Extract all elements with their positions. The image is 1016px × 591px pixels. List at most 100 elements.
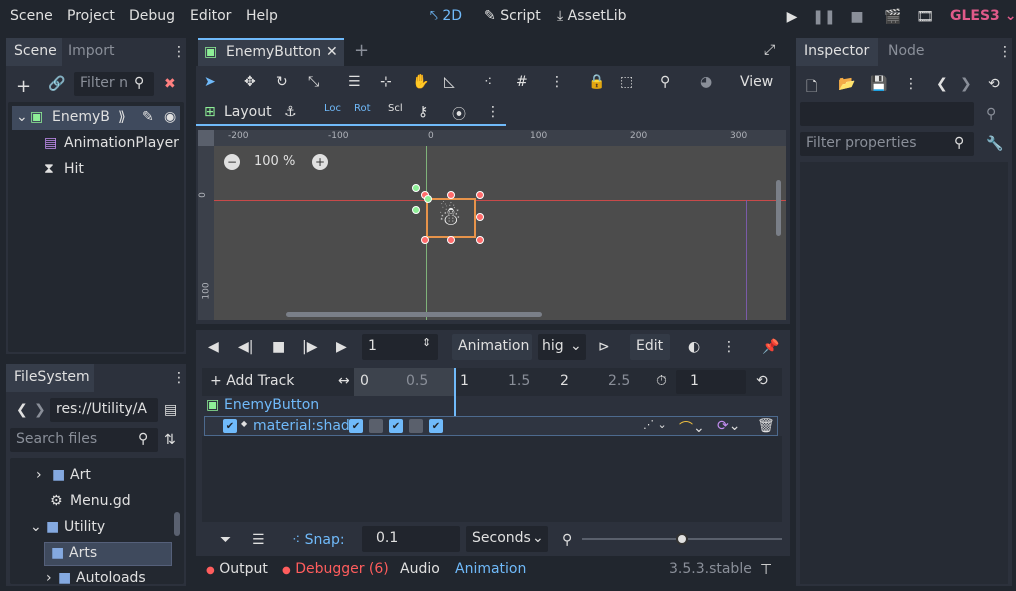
autoplay-icon[interactable]: ⊳: [598, 339, 610, 355]
more-options-icon[interactable]: ⋮: [904, 76, 918, 92]
animation-select[interactable]: hig ⌄: [538, 334, 586, 360]
forward-arrow-icon[interactable]: ❯: [960, 76, 972, 92]
anchor-handle[interactable]: [412, 206, 420, 214]
resize-handle[interactable]: [447, 236, 455, 244]
file-item-menu-gd[interactable]: ⚙ Menu.gd: [16, 490, 166, 514]
snap-value-field[interactable]: 0.1: [362, 526, 460, 552]
tree-item-enemyb[interactable]: ⌄ ▣ EnemyB ⟫ ✎ ◉: [12, 106, 180, 130]
keyframe-checkbox[interactable]: ✔: [429, 419, 443, 433]
onion-skin-icon[interactable]: ◐: [688, 339, 700, 355]
link-icon[interactable]: 🔗: [48, 76, 65, 92]
pivot-icon[interactable]: ⊹: [380, 74, 392, 90]
object-path-field[interactable]: [800, 102, 974, 126]
grid-snap-icon[interactable]: #: [516, 74, 528, 90]
edit-menu-button[interactable]: Edit: [630, 334, 670, 360]
stop-icon[interactable]: ■: [849, 8, 865, 26]
object-search-icon[interactable]: ⚲: [986, 106, 996, 122]
track-node-row[interactable]: ▣ EnemyButton: [202, 396, 782, 416]
scale-mode-icon[interactable]: ⤡: [308, 74, 319, 90]
track-area[interactable]: [202, 436, 782, 522]
add-tab-icon[interactable]: +: [354, 40, 369, 61]
path-field[interactable]: res://Utility/A: [50, 398, 158, 422]
file-item-autoloads[interactable]: › ■ Autoloads: [16, 568, 166, 584]
new-resource-icon[interactable]: 🗋: [806, 76, 817, 100]
renderer-select[interactable]: GLES3 ⌄: [950, 8, 1016, 24]
track-enable-checkbox[interactable]: ✔: [223, 419, 237, 433]
key-rot-icon[interactable]: Rot: [354, 103, 371, 114]
anchor-handle[interactable]: [424, 195, 432, 203]
lock-icon[interactable]: 🔒: [588, 74, 605, 90]
scrollbar[interactable]: [174, 512, 180, 536]
workspace-assetlib-button[interactable]: ⤓ AssetLib: [557, 8, 627, 24]
script-remove-icon[interactable]: ✖: [164, 76, 176, 92]
forward-arrow-icon[interactable]: ❯: [34, 402, 46, 418]
menu-dots-icon[interactable]: ⋮: [172, 44, 186, 60]
interpolation-icon[interactable]: ⌒ ⌄: [679, 418, 705, 438]
play-scene-icon[interactable]: 🎬: [884, 8, 902, 26]
stop-icon[interactable]: ■: [272, 339, 285, 355]
play-backwards-from-end-icon[interactable]: ◀|: [238, 339, 253, 355]
timeline-zoom-slider[interactable]: [582, 533, 782, 545]
open-folder-icon[interactable]: 📂: [838, 76, 855, 92]
zoom-in-icon[interactable]: +: [312, 154, 328, 170]
scene-tab-enemybutton[interactable]: ▣ EnemyButton ✕: [198, 38, 344, 66]
tree-item-hit[interactable]: ⧗ Hit: [12, 158, 180, 182]
signal-icon[interactable]: ⟫: [118, 109, 126, 125]
anchor-icon[interactable]: ⚓: [284, 104, 297, 120]
update-mode-icon[interactable]: ⋰ ⌄: [643, 418, 667, 431]
bone-icon[interactable]: ⚲: [660, 74, 670, 90]
animation-button[interactable]: Animation: [455, 561, 526, 577]
file-item-art[interactable]: › ■ Art: [16, 464, 166, 488]
menu-help[interactable]: Help: [246, 8, 278, 24]
back-arrow-icon[interactable]: ❮: [936, 76, 948, 92]
tab-node[interactable]: Node: [888, 43, 925, 59]
view-menu-button[interactable]: View: [740, 74, 773, 90]
loop-icon[interactable]: ⟲: [756, 373, 768, 389]
slider-grabber[interactable]: [676, 533, 688, 545]
menu-dots-icon[interactable]: ⋮: [998, 44, 1012, 60]
track-list-icon[interactable]: ☰: [252, 532, 265, 548]
output-button[interactable]: ● Output: [206, 561, 268, 577]
resize-handle[interactable]: [476, 213, 484, 221]
visibility-eye-icon[interactable]: ◉: [164, 109, 176, 125]
viewport-canvas[interactable]: ☃ − 100 % +: [214, 146, 786, 320]
file-item-utility[interactable]: ⌄ ■ Utility: [16, 516, 166, 540]
zoom-level[interactable]: 100 %: [254, 154, 295, 169]
animation-time-spinbox[interactable]: 1 ⇕: [362, 334, 438, 360]
audio-button[interactable]: Audio: [400, 561, 440, 577]
group-icon[interactable]: ⬚: [620, 74, 633, 90]
play-icon[interactable]: ▶: [784, 8, 800, 26]
chevron-right-icon[interactable]: ›: [46, 570, 52, 584]
filter-funnel-icon[interactable]: ⏷: [220, 532, 231, 548]
search-files-input[interactable]: Search files ⚲: [10, 428, 158, 452]
back-arrow-icon[interactable]: ❮: [16, 402, 28, 418]
chevron-down-icon[interactable]: ⌄: [30, 519, 42, 535]
menu-project[interactable]: Project: [67, 8, 115, 24]
keyframe-checkbox[interactable]: [369, 419, 383, 433]
collapse-arrow-icon[interactable]: ⌄: [16, 109, 28, 125]
history-icon[interactable]: ⟲: [988, 76, 1000, 92]
snap-options-icon[interactable]: ⋮: [550, 74, 564, 90]
keyframe-checkbox[interactable]: [409, 419, 423, 433]
loop-wrap-icon[interactable]: ⟳ ⌄: [717, 418, 740, 434]
resize-handle[interactable]: [476, 191, 484, 199]
list-select-icon[interactable]: ☰: [348, 74, 361, 90]
menu-debug[interactable]: Debug: [129, 8, 175, 24]
menu-dots-icon[interactable]: ⋮: [172, 370, 186, 386]
layout-menu-button[interactable]: Layout: [224, 104, 272, 120]
workspace-2d-button[interactable]: ⤣ 2D: [430, 8, 462, 24]
tab-scene[interactable]: Scene: [6, 38, 62, 66]
tab-filesystem[interactable]: FileSystem: [6, 364, 94, 392]
play-icon[interactable]: ▶: [336, 339, 347, 355]
scrollbar-vertical[interactable]: [776, 180, 781, 236]
resize-handle[interactable]: [476, 236, 484, 244]
anchor-handle[interactable]: [412, 184, 420, 192]
menu-editor[interactable]: Editor: [190, 8, 231, 24]
keyframe-checkbox[interactable]: ✔: [349, 419, 363, 433]
debugger-button[interactable]: ● Debugger (6): [282, 561, 389, 577]
scene-filter-input[interactable]: Filter n ⚲: [74, 72, 154, 96]
keyframe-checkbox[interactable]: ✔: [389, 419, 403, 433]
play-backwards-icon[interactable]: ◀: [208, 339, 219, 355]
snap-toggle[interactable]: ⁖ Snap:: [292, 532, 345, 548]
tree-item-animationplayer[interactable]: ▤ AnimationPlayer: [12, 132, 180, 156]
